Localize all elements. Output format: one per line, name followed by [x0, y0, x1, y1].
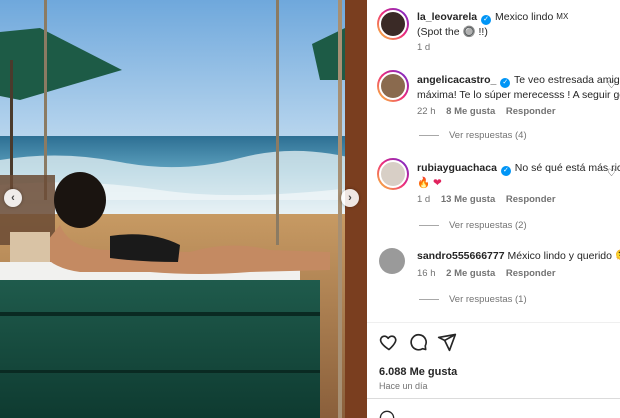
commenter-avatar[interactable]	[377, 70, 409, 102]
replies-divider	[419, 298, 439, 300]
commenter-avatar[interactable]	[379, 248, 405, 274]
chevron-right-icon[interactable]: ›	[341, 189, 359, 207]
comments-panel: la_leovarela ✓ Mexico lindo MX (Spot the…	[367, 0, 620, 418]
view-replies-label: Ver respuestas (1)	[449, 294, 527, 305]
like-count[interactable]: 6.088 Me gusta	[379, 366, 457, 378]
replies-divider	[419, 224, 439, 226]
comment-emoji: 🔥 ❤	[417, 177, 442, 189]
caption-meta: 1 d	[417, 42, 438, 53]
post-image[interactable]: ‹ ›	[0, 0, 367, 418]
comment-meta: 16 h 2 Me gusta Responder	[417, 268, 564, 279]
comment-likes[interactable]: 2 Me gusta	[446, 268, 495, 279]
author-avatar[interactable]	[377, 8, 409, 40]
replies-divider	[419, 134, 439, 136]
reply-button[interactable]: Responder	[506, 194, 556, 205]
comment-item: sandro555666777 México lindo y querido 🫠	[417, 249, 620, 263]
comment-likes[interactable]: 8 Me gusta	[446, 106, 495, 117]
verified-badge-icon: ✓	[481, 15, 492, 25]
comment-time: 1 d	[417, 194, 431, 205]
comment-meta: 1 d 13 Me gusta Responder	[417, 194, 564, 205]
comment-meta: 22 h 8 Me gusta Responder	[417, 106, 564, 117]
reply-button[interactable]: Responder	[506, 268, 556, 279]
comment-icon[interactable]	[408, 332, 428, 352]
comment-likes[interactable]: 13 Me gusta	[441, 194, 495, 205]
comment-item: rubiayguachaca ✓ No sé qué está más rico…	[417, 161, 620, 190]
flag-label: MX	[556, 12, 569, 21]
comment-text: México lindo y querido 🫠	[507, 250, 620, 262]
view-replies-label: Ver respuestas (2)	[449, 220, 527, 231]
view-replies-label: Ver respuestas (4)	[449, 130, 527, 141]
heart-icon[interactable]	[379, 332, 399, 352]
verified-badge-icon: ✓	[500, 78, 511, 88]
verified-badge-icon: ✓	[500, 166, 511, 176]
view-replies-button[interactable]: Ver respuestas (4)	[419, 130, 527, 141]
post-date: Hace un día	[379, 381, 428, 391]
comment-text: Te veo estresada amiga!!!	[514, 74, 620, 86]
view-replies-button[interactable]: Ver respuestas (1)	[419, 294, 527, 305]
comment-text-2: máxima! Te lo súper merecesss ! A seguir…	[417, 89, 620, 101]
commenter-avatar[interactable]	[377, 158, 409, 190]
commenter-username[interactable]: sandro555666777	[417, 250, 505, 262]
view-replies-button[interactable]: Ver respuestas (2)	[419, 220, 527, 231]
comment-heart-icon[interactable]: ♡	[607, 168, 616, 179]
beach-photo	[0, 0, 367, 418]
section-divider	[367, 322, 620, 323]
caption-time: 1 d	[417, 42, 431, 53]
comment-time: 22 h	[417, 106, 436, 117]
caption-text: Mexico lindo	[494, 11, 554, 23]
chevron-left-icon[interactable]: ‹	[4, 189, 22, 207]
caption: la_leovarela ✓ Mexico lindo MX (Spot the…	[417, 10, 620, 39]
commenter-username[interactable]: angelicacastro_	[417, 74, 496, 86]
caption-text-2: (Spot the 🔘 !!)	[417, 26, 488, 38]
comment-item: angelicacastro_ ✓ Te veo estresada amiga…	[417, 73, 620, 102]
comment-heart-icon[interactable]: ♡	[607, 80, 616, 91]
comment-text: No sé qué está más rico	[514, 162, 620, 174]
comment-time: 16 h	[417, 268, 436, 279]
footer-divider	[367, 398, 620, 399]
author-username[interactable]: la_leovarela	[417, 11, 477, 23]
reply-button[interactable]: Responder	[506, 106, 556, 117]
commenter-username[interactable]: rubiayguachaca	[417, 162, 497, 174]
share-icon[interactable]	[437, 332, 457, 352]
emoji-icon[interactable]	[379, 410, 395, 418]
